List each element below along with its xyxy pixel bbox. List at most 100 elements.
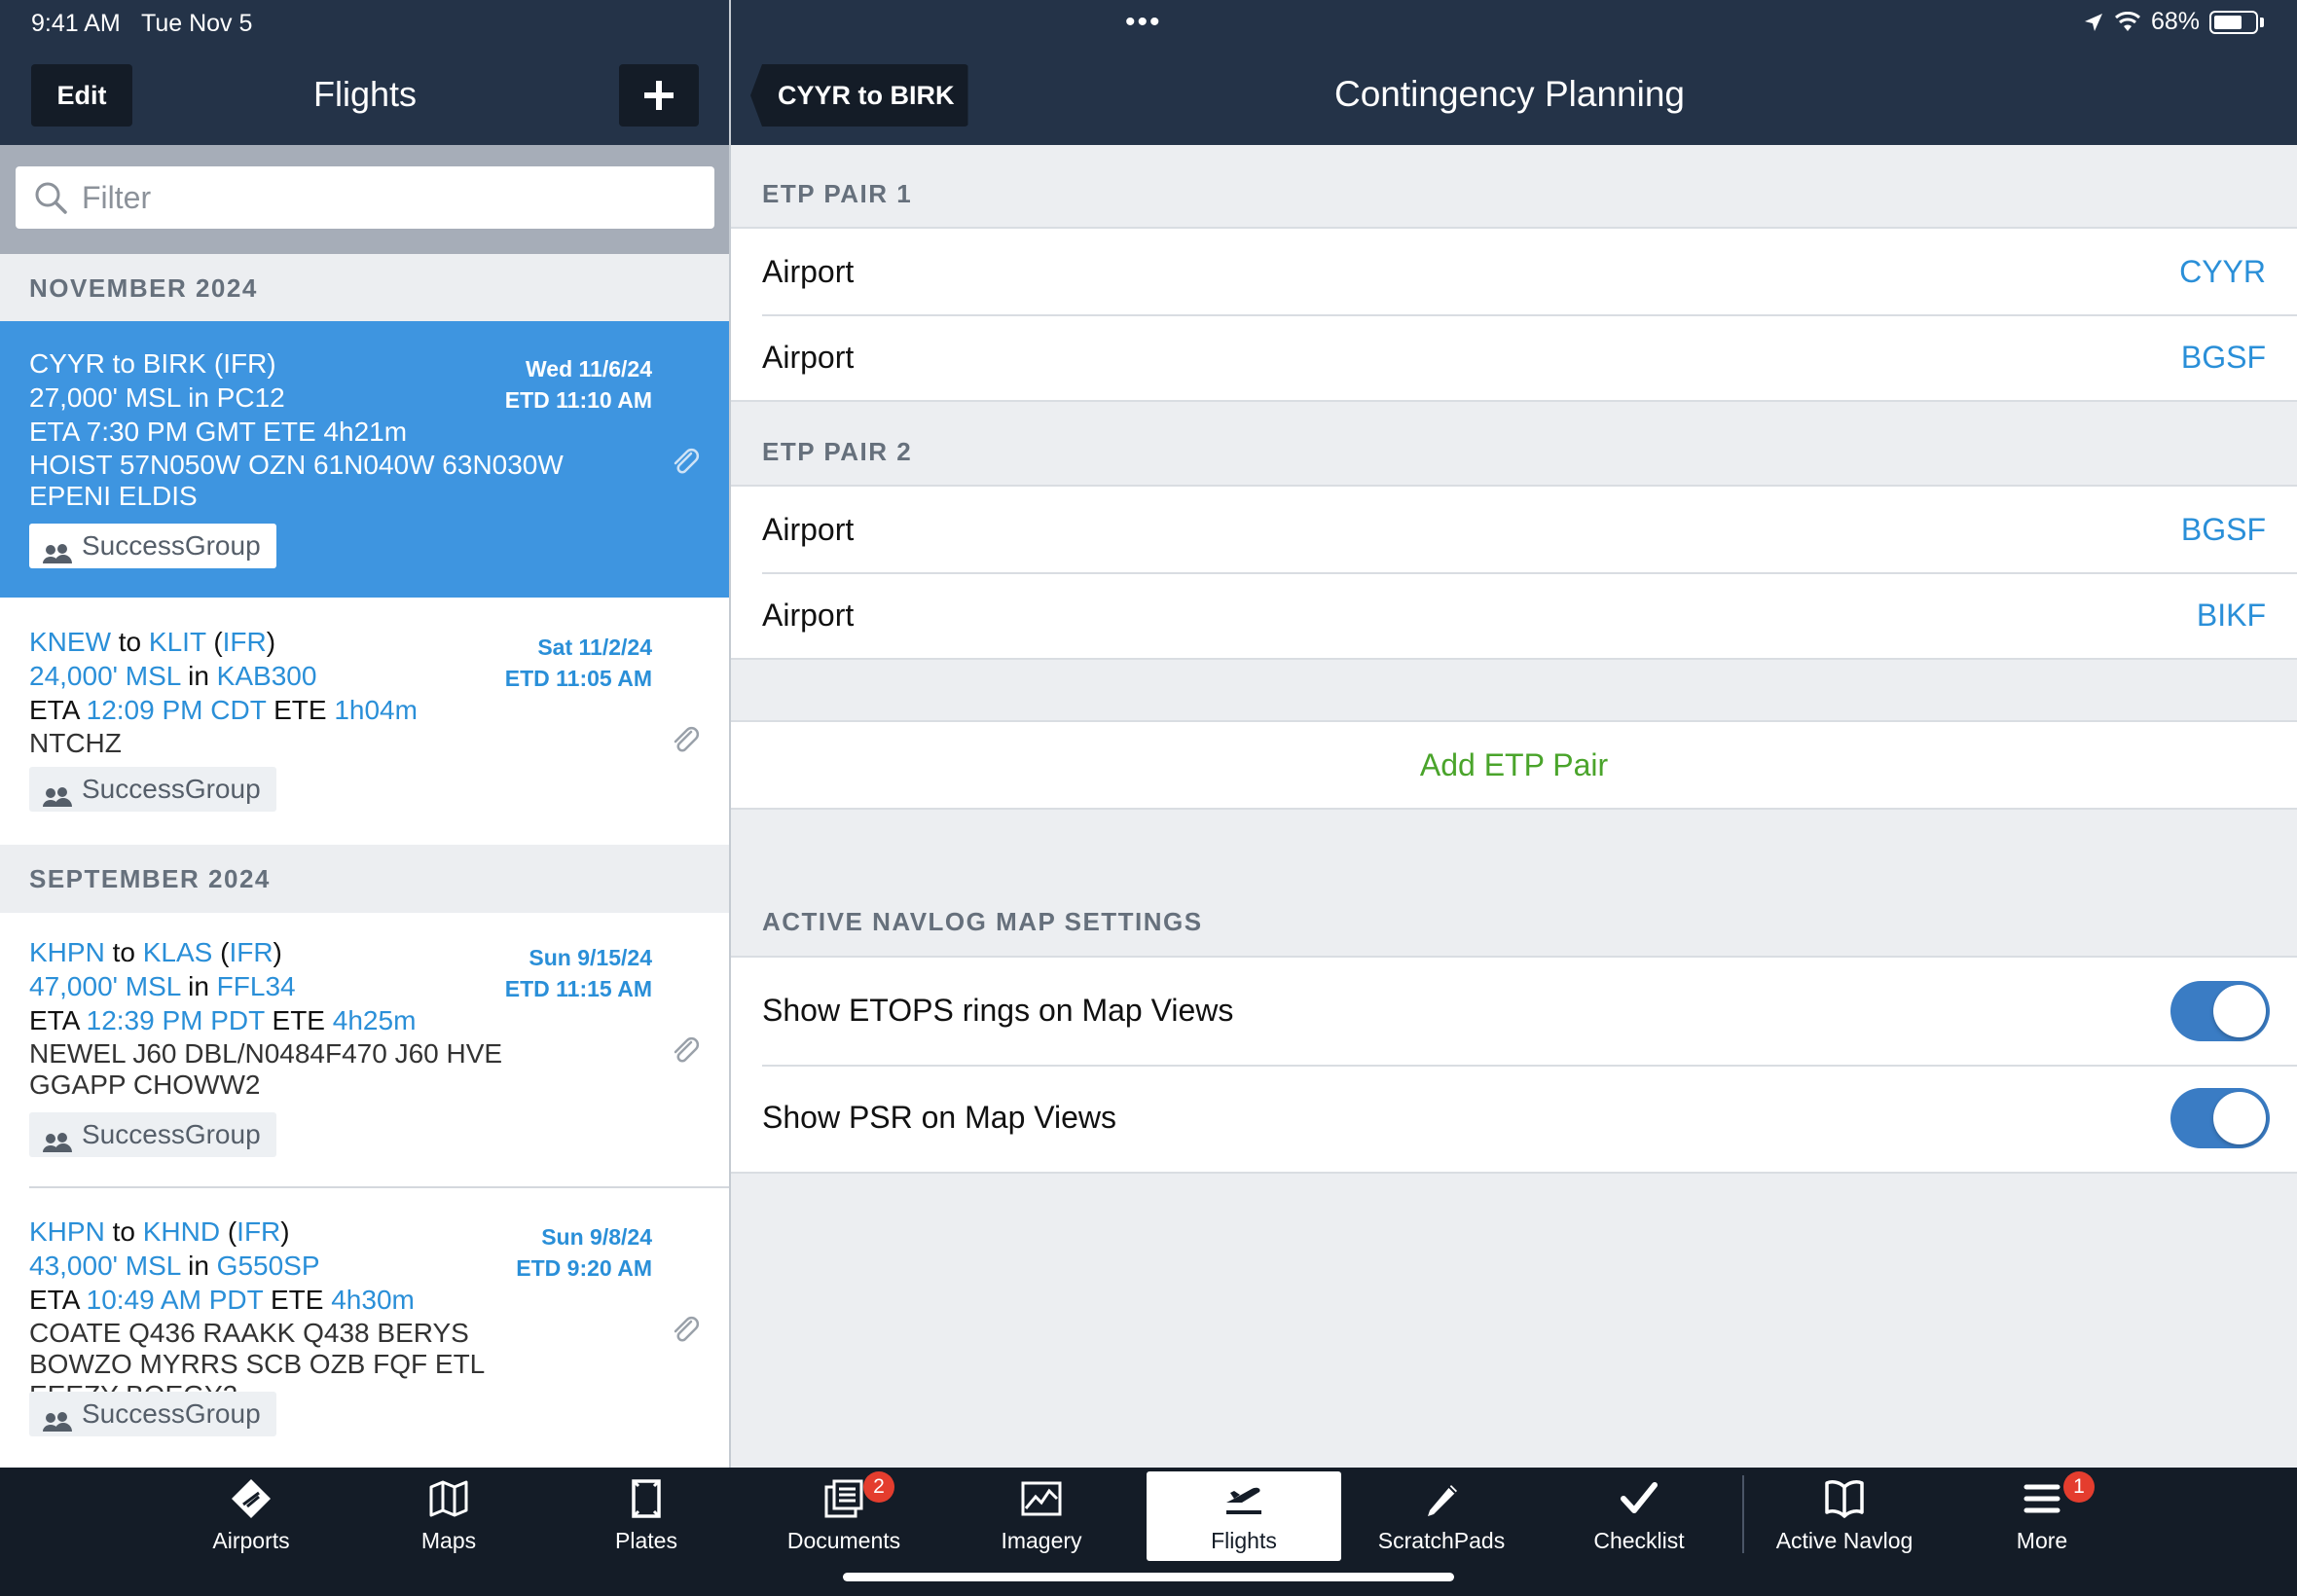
etp-pair-1-airport-1-row[interactable]: Airport CYYR [731,229,2297,314]
group-label: SuccessGroup [82,1398,261,1429]
flight-route-title: KHPN to KLAS (IFR) [29,937,282,967]
search-icon [35,182,67,214]
airport-value[interactable]: BGSF [2181,340,2266,376]
tab-label: ScratchPads [1377,1528,1506,1553]
status-date: Tue Nov 5 [141,10,253,37]
airport-value[interactable]: BGSF [2181,512,2266,548]
filter-bar [0,145,730,254]
status-time: 9:41 AM [31,10,121,37]
tab-label: Plates [615,1528,677,1553]
etops-rings-toggle[interactable] [2170,981,2270,1041]
flight-row[interactable]: KNEW to KLIT (IFR) 24,000' MSL in KAB300… [0,599,730,843]
tab-label: Checklist [1593,1528,1685,1553]
flight-route: NTCHZ [29,728,122,758]
etp-pair-2-group: Airport BGSF Airport BIKF [731,485,2297,660]
flight-date: Sun 9/15/24 [529,945,652,970]
flights-list-panel: Edit Flights NOVEMBER 2024 CYYR to BIRK … [0,0,730,1468]
flight-altitude: 43,000' MSL in G550SP [29,1251,320,1281]
psr-row: Show PSR on Map Views [731,1065,2297,1172]
status-bar: 9:41 AM Tue Nov 5 ••• 68% [0,0,2297,47]
tab-imagery[interactable]: Imagery [944,1471,1139,1561]
flight-route-title: KNEW to KLIT (IFR) [29,627,276,657]
multitasking-dots-icon[interactable]: ••• [1125,8,1162,37]
tab-airports[interactable]: Airports [154,1471,348,1561]
etp-pair-1-header: ETP PAIR 1 [762,179,913,208]
psr-toggle[interactable] [2170,1088,2270,1148]
wifi-icon [2114,11,2140,31]
attachment-icon[interactable] [670,1034,701,1066]
tab-flights[interactable]: Flights [1147,1471,1341,1561]
tab-documents[interactable]: Documents 2 [747,1471,941,1561]
tab-label: Documents [786,1528,901,1553]
back-button[interactable]: CYYR to BIRK [750,64,968,127]
group-label: SuccessGroup [82,1119,261,1149]
add-etp-pair-button[interactable]: Add ETP Pair [731,720,2297,810]
flight-etd: ETD 11:15 AM [504,976,652,1001]
etp-pair-1-airport-2-row[interactable]: Airport BGSF [731,314,2297,400]
flight-date: Sat 11/2/24 [537,635,652,660]
etops-rings-row: Show ETOPS rings on Map Views [731,958,2297,1065]
airport-value[interactable]: CYYR [2179,254,2266,290]
flight-route: HOIST 57N050W OZN 61N040W 63N030W EPENI … [29,450,564,511]
airport-value[interactable]: BIKF [2197,598,2266,634]
edit-button[interactable]: Edit [31,64,132,127]
psr-label: Show PSR on Map Views [762,1100,1117,1135]
tab-label: Active Navlog [1775,1528,1914,1553]
group-tag: SuccessGroup [29,524,276,568]
attachment-icon[interactable] [670,446,701,477]
flight-etd: ETD 11:10 AM [504,387,652,413]
location-arrow-icon [2084,13,2102,31]
flight-altitude: 27,000' MSL in PC12 [29,382,285,413]
attachment-icon[interactable] [670,1314,701,1345]
flight-row[interactable]: KHPN to KLAS (IFR) 47,000' MSL in FFL34 … [0,910,730,1188]
group-icon [41,1402,74,1432]
section-header-september: SEPTEMBER 2024 [0,845,730,913]
page-title: Contingency Planning [1334,74,1685,114]
flight-altitude: 24,000' MSL in KAB300 [29,661,317,691]
battery-icon [2209,10,2258,34]
group-label: SuccessGroup [82,774,261,804]
etp-pair-2-airport-2-row[interactable]: Airport BIKF [731,572,2297,658]
group-tag: SuccessGroup [29,1112,276,1157]
filter-input[interactable] [82,176,685,219]
status-indicators: 68% [2083,8,2264,36]
flight-eta: ETA 7:30 PM GMT ETE 4h21m [29,417,408,447]
tab-scratchpads[interactable]: ScratchPads [1344,1471,1539,1561]
flight-route-title: KHPN to KHND (IFR) [29,1216,290,1247]
airport-label: Airport [762,254,855,289]
flight-route-title: CYYR to BIRK (IFR) [29,348,276,379]
tab-label: Imagery [1001,1528,1082,1553]
flight-date: Wed 11/6/24 [526,356,652,381]
group-icon [41,1123,74,1152]
section-header-november: NOVEMBER 2024 [0,254,730,322]
filter-box[interactable] [16,166,714,229]
tab-bar: Airports Maps Plates Documents 2 Imagery … [0,1468,2297,1596]
flight-row[interactable]: KHPN to KHND (IFR) 43,000' MSL in G550SP… [0,1189,730,1468]
airport-label: Airport [762,512,855,547]
flight-eta: ETA 12:39 PM PDT ETE 4h25m [29,1005,417,1035]
home-indicator [843,1573,1454,1581]
flight-row[interactable]: CYYR to BIRK (IFR) 27,000' MSL in PC12 E… [0,321,730,598]
tab-label: Airports [212,1528,290,1553]
group-tag: SuccessGroup [29,1392,276,1436]
tab-label: Maps [420,1528,477,1553]
etp-pair-2-header: ETP PAIR 2 [762,437,913,466]
tab-maps[interactable]: Maps [351,1471,546,1561]
etops-rings-label: Show ETOPS rings on Map Views [762,993,1234,1028]
flight-eta: ETA 12:09 PM CDT ETE 1h04m [29,695,418,725]
tab-more[interactable]: More 1 [1945,1471,2139,1561]
airport-label: Airport [762,340,855,375]
tab-badge: 1 [2063,1471,2095,1503]
etp-pair-2-airport-1-row[interactable]: Airport BGSF [731,487,2297,572]
tab-active-navlog[interactable]: Active Navlog [1747,1471,1942,1561]
group-icon [41,534,74,563]
tab-checklist[interactable]: Checklist [1542,1471,1736,1561]
airport-label: Airport [762,598,855,633]
tab-badge: 2 [863,1471,894,1503]
attachment-icon[interactable] [670,724,701,755]
tab-plates[interactable]: Plates [549,1471,744,1561]
add-flight-button[interactable] [619,64,699,127]
flight-date: Sun 9/8/24 [541,1224,652,1250]
flight-etd: ETD 9:20 AM [516,1255,652,1281]
battery-percent: 68% [2150,8,2200,35]
